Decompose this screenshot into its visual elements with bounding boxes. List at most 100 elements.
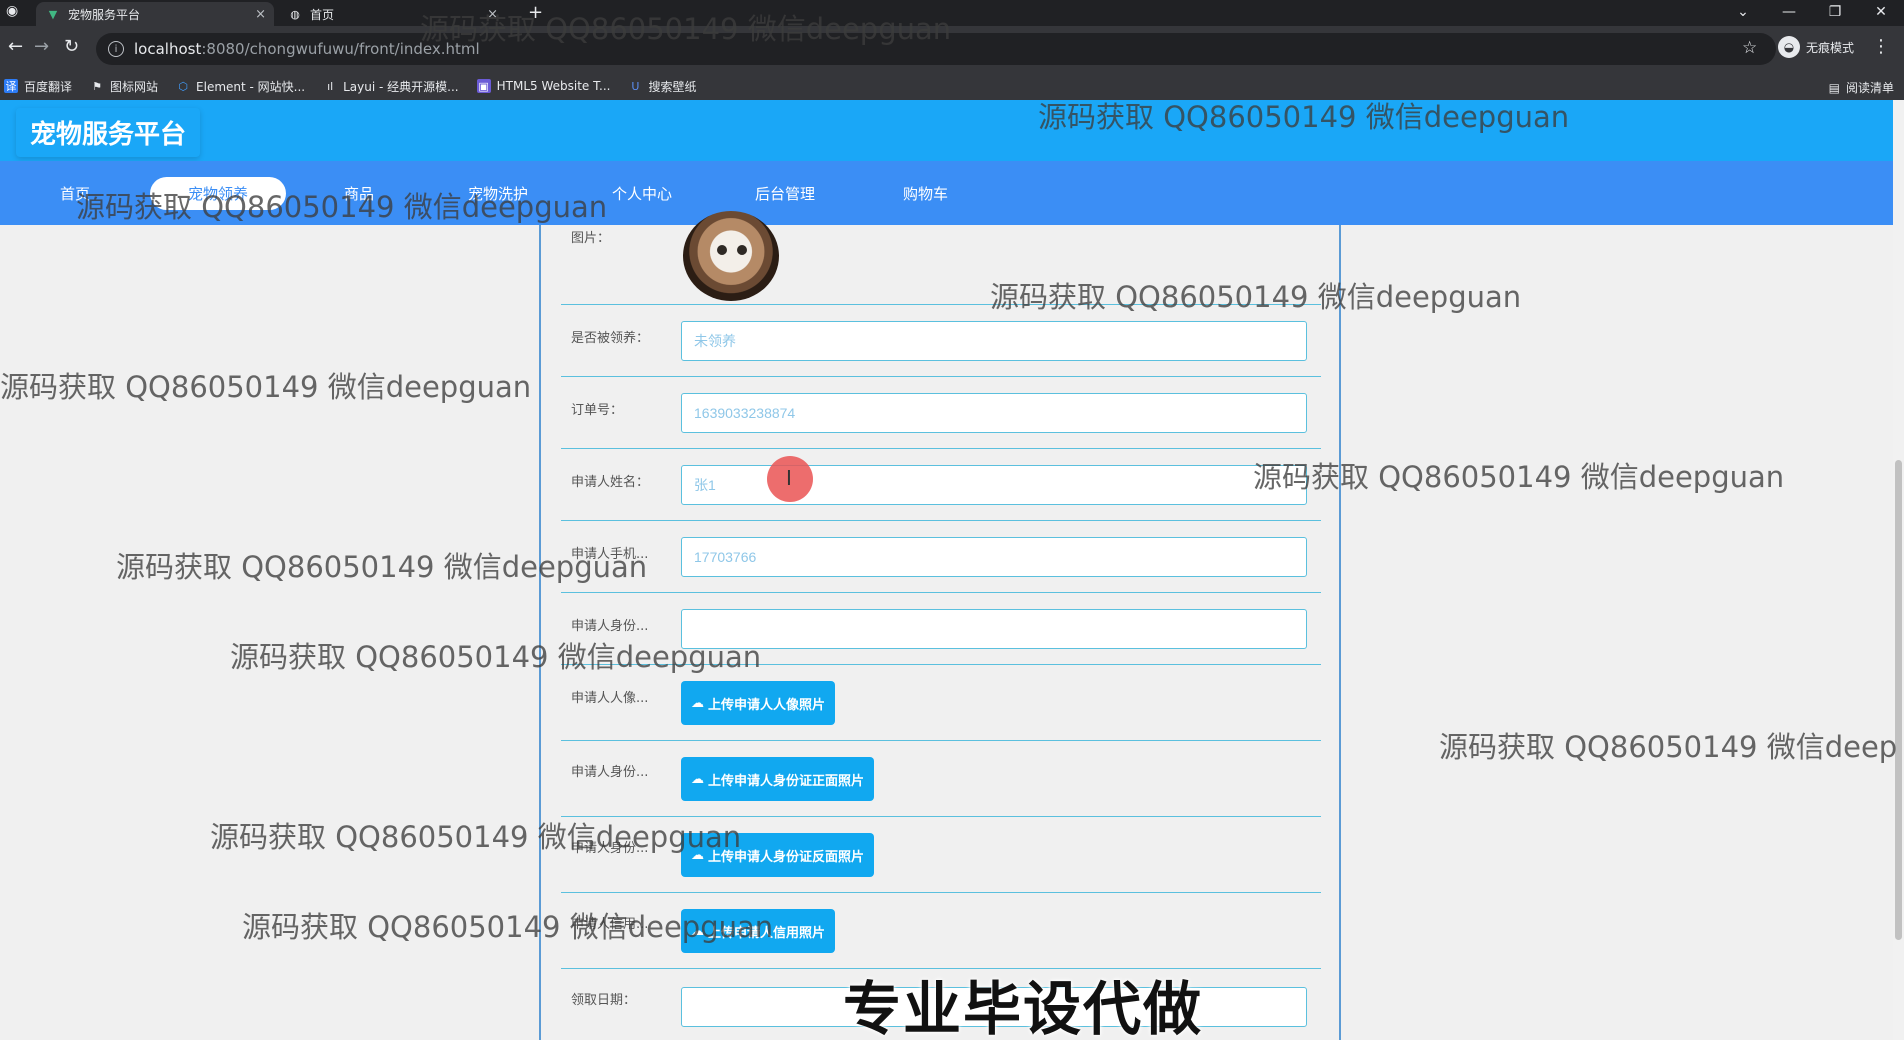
cloud-upload-icon: ☁ (691, 695, 704, 711)
cloud-upload-icon: ☁ (691, 771, 704, 787)
tab-search-icon[interactable]: ◉ (6, 3, 18, 19)
cloud-upload-icon: ☁ (691, 923, 704, 939)
upload-id-back-button[interactable]: ☁ 上传申请人身份证反面照片 (681, 833, 875, 877)
field-label: 图片： (571, 231, 611, 246)
back-arrow-icon[interactable]: ← (8, 36, 23, 57)
incognito-indicator[interactable]: ◒ 无痕模式 (1778, 36, 1854, 58)
reading-list-icon: ▤ (1828, 80, 1840, 95)
upload-id-front-button[interactable]: ☁ 上传申请人身份证正面照片 (681, 757, 875, 801)
vue-favicon-icon: ▼ (48, 7, 58, 21)
incognito-icon: ◒ (1778, 36, 1800, 58)
bookmark-label: Layui - 经典开源模... (343, 79, 459, 94)
bookmark-html5-website[interactable]: ▣ HTML5 Website T... (476, 79, 611, 93)
site-info-icon[interactable]: i (108, 41, 124, 57)
site-header: 宠物服务平台 (0, 100, 1893, 161)
field-label: 申请人信用... (571, 917, 649, 932)
pet-photo (683, 211, 779, 301)
field-label: 申请人人像... (571, 691, 649, 706)
bookmark-label: 图标网站 (110, 79, 159, 94)
upload-label: 上传申请人人像照片 (708, 697, 826, 713)
nav-pet-grooming[interactable]: 宠物洗护 (468, 183, 528, 204)
tab-pet-platform[interactable]: ▼ 宠物服务平台 × (36, 2, 274, 26)
field-label: 申请人身份... (571, 619, 649, 634)
bookmark-label: HTML5 Website T... (496, 79, 611, 93)
tab-list-dropdown-icon[interactable]: ⌄ (1720, 0, 1766, 26)
bookmark-label: Element - 网站快... (196, 79, 306, 94)
browser-toolbar: ← → ↻ i localhost:8080/chongwufuwu/front… (0, 26, 1904, 72)
bookmark-icon-site[interactable]: ⚑ 图标网站 (90, 78, 158, 95)
applicant-id-input[interactable] (681, 609, 1307, 649)
upload-label: 上传申请人身份证反面照片 (708, 849, 865, 865)
forward-arrow-icon[interactable]: → (34, 36, 49, 57)
form-row-applicant-id: 申请人身份... (561, 593, 1321, 665)
field-label: 是否被领养： (571, 331, 650, 346)
new-tab-button[interactable]: + (528, 2, 543, 23)
form-row-adopted: 是否被领养： 未领养 (561, 305, 1321, 377)
form-row-image: 图片： (561, 211, 1321, 305)
order-number-input[interactable]: 1639033238874 (681, 393, 1307, 433)
nav-home[interactable]: 首页 (60, 183, 90, 204)
field-label: 申请人身份... (571, 841, 649, 856)
minimize-button[interactable]: — (1766, 0, 1812, 26)
field-label: 申请人身份... (571, 765, 649, 780)
wallpaper-icon: U (631, 79, 640, 93)
element-logo-icon: ⬡ (178, 79, 188, 93)
layui-logo-icon: ıl (327, 79, 334, 93)
field-label: 领取日期： (571, 993, 637, 1008)
tab-title: 首页 (310, 7, 335, 22)
site-brand[interactable]: 宠物服务平台 (16, 108, 201, 157)
upload-label: 上传申请人信用照片 (708, 925, 826, 941)
upload-portrait-button[interactable]: ☁ 上传申请人人像照片 (681, 681, 836, 725)
form-row-portrait-upload: 申请人人像... ☁ 上传申请人人像照片 (561, 665, 1321, 741)
address-bar[interactable]: i localhost:8080/chongwufuwu/front/index… (96, 33, 1776, 65)
text-cursor-icon: I (786, 466, 792, 490)
translate-icon: 译 (4, 79, 18, 93)
adoption-form: 图片： 是否被领养： 未领养 订单号： 1639033238874 申请人姓名：… (539, 211, 1341, 1040)
flag-icon: ⚑ (92, 79, 102, 93)
nav-personal-center[interactable]: 个人中心 (612, 183, 672, 204)
reading-list-button[interactable]: ▤ 阅读清单 (1829, 79, 1894, 96)
bookmark-baidu-translate[interactable]: 译 百度翻译 (4, 78, 72, 95)
bookmark-star-icon[interactable]: ☆ (1742, 38, 1757, 58)
promo-caption: 专业毕设代做 (843, 975, 1204, 1040)
field-label: 订单号： (571, 403, 624, 418)
field-label: 申请人姓名： (571, 475, 650, 490)
cloud-upload-icon: ☁ (691, 847, 704, 863)
browser-menu-icon[interactable]: ⋮ (1872, 36, 1890, 57)
nav-pet-adoption[interactable]: 宠物领养 (150, 177, 287, 210)
page-scrollbar[interactable] (1893, 100, 1904, 1040)
scrollbar-thumb[interactable] (1895, 460, 1902, 940)
close-window-button[interactable]: ✕ (1858, 0, 1904, 26)
window-controls: ⌄ — ❐ ✕ (1720, 0, 1904, 26)
url-host: localhost (134, 40, 202, 58)
tab-close-icon[interactable]: × (487, 7, 498, 22)
tab-title: 宠物服务平台 (68, 7, 141, 22)
bookmarks-bar: 译 百度翻译 ⚑ 图标网站 ⬡ Element - 网站快... ıl Layu… (0, 72, 1904, 100)
bookmark-wallpaper-search[interactable]: U 搜索壁纸 (628, 78, 696, 95)
page-viewport: 宠物服务平台 首页 宠物领养 商品 宠物洗护 个人中心 后台管理 购物车 图片：… (0, 100, 1904, 1040)
main-navigation: 首页 宠物领养 商品 宠物洗护 个人中心 后台管理 购物车 (0, 161, 1893, 225)
form-row-applicant-phone: 申请人手机... 17703766 (561, 521, 1321, 593)
adopted-status-input[interactable]: 未领养 (681, 321, 1307, 361)
bookmark-layui[interactable]: ıl Layui - 经典开源模... (323, 78, 459, 95)
field-label: 申请人手机... (571, 547, 649, 562)
tab-close-icon[interactable]: × (255, 7, 266, 22)
applicant-phone-input[interactable]: 17703766 (681, 537, 1307, 577)
nav-admin[interactable]: 后台管理 (755, 183, 815, 204)
bookmark-element[interactable]: ⬡ Element - 网站快... (176, 78, 305, 95)
restore-button[interactable]: ❐ (1812, 0, 1858, 26)
globe-favicon-icon: ◍ (290, 7, 300, 21)
form-row-id-back-upload: 申请人身份... ☁ 上传申请人身份证反面照片 (561, 817, 1321, 893)
browser-tab-strip: ◉ ▼ 宠物服务平台 × ◍ 首页 × + ⌄ — ❐ ✕ (0, 0, 1904, 26)
bookmark-label: 搜索壁纸 (648, 79, 697, 94)
upload-credit-button[interactable]: ☁ 上传申请人信用照片 (681, 909, 836, 953)
tab-home[interactable]: ◍ 首页 × (278, 2, 506, 26)
html5-icon: ▣ (476, 79, 491, 93)
nav-cart[interactable]: 购物车 (903, 183, 948, 204)
upload-label: 上传申请人身份证正面照片 (708, 773, 865, 789)
reload-icon[interactable]: ↻ (64, 36, 79, 57)
incognito-label: 无痕模式 (1806, 40, 1855, 55)
nav-products[interactable]: 商品 (344, 183, 374, 204)
url-path: :8080/chongwufuwu/front/index.html (201, 40, 480, 58)
form-row-id-front-upload: 申请人身份... ☁ 上传申请人身份证正面照片 (561, 741, 1321, 817)
